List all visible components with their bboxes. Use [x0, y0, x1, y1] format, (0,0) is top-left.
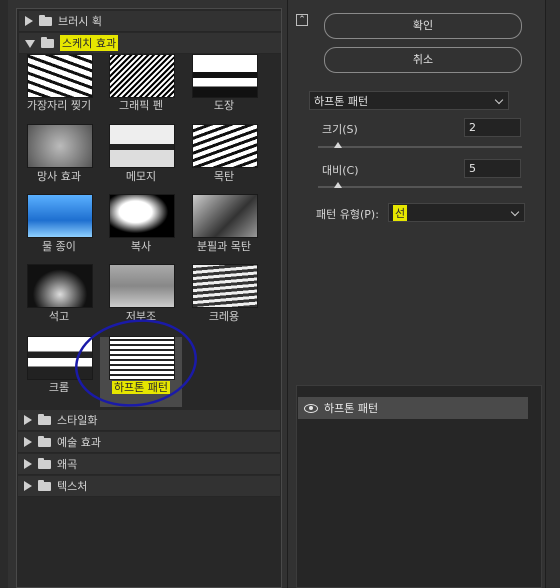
- contrast-label: 대비(C): [322, 164, 359, 177]
- category-texture[interactable]: 텍스처: [18, 476, 280, 497]
- folder-icon: [41, 36, 54, 48]
- category-artistic[interactable]: 예술 효과: [18, 432, 280, 453]
- filter-thumb-plaster[interactable]: [27, 264, 93, 308]
- filter-label: 망사 효과: [37, 170, 81, 183]
- size-slider-handle[interactable]: [334, 142, 343, 148]
- filter-label: 목탄: [213, 170, 235, 183]
- left-edge-strip: [0, 0, 8, 588]
- category-label: 예술 효과: [57, 436, 101, 449]
- filter-label: 그래픽 펜: [119, 99, 163, 112]
- category-brush-strokes[interactable]: 브러시 획: [19, 11, 281, 32]
- folder-icon: [38, 479, 51, 491]
- filter-thumb-torn-edges[interactable]: [27, 54, 93, 98]
- filter-thumb-bas-relief[interactable]: [109, 264, 175, 308]
- filter-thumb-photocopy[interactable]: [109, 194, 175, 238]
- filter-label: 분필과 목탄: [196, 240, 252, 253]
- collapse-gallery-icon[interactable]: ⌃: [296, 14, 308, 26]
- pattern-type-label: 패턴 유형(P):: [316, 208, 379, 221]
- chevron-down-icon: [510, 207, 520, 217]
- filter-thumb-note-paper[interactable]: [109, 124, 175, 168]
- category-label: 스타일화: [57, 414, 98, 427]
- right-edge-bar: [545, 0, 560, 588]
- category-sketch[interactable]: 스케치 효과: [19, 33, 281, 54]
- category-label: 왜곡: [57, 458, 78, 471]
- filter-thumb-chalk-charcoal[interactable]: [192, 194, 258, 238]
- filter-label: 복사: [130, 240, 152, 253]
- contrast-slider-track[interactable]: [318, 186, 522, 188]
- folder-icon: [38, 413, 51, 425]
- filter-select-value: 하프톤 패턴: [314, 94, 369, 108]
- effect-layer-name: 하프톤 패턴: [324, 402, 379, 415]
- contrast-slider-handle[interactable]: [334, 182, 343, 188]
- size-slider-track[interactable]: [318, 146, 522, 148]
- filter-label: 메모지: [125, 170, 157, 183]
- panel-divider: [287, 0, 288, 588]
- visibility-eye-icon[interactable]: [304, 403, 318, 413]
- filter-thumb-water-paper[interactable]: [27, 194, 93, 238]
- category-label: 스케치 효과: [60, 35, 119, 51]
- category-label: 텍스처: [57, 480, 88, 493]
- expand-arrow-icon: [24, 415, 32, 425]
- expand-arrow-icon: [25, 16, 33, 26]
- cancel-button[interactable]: 취소: [324, 47, 522, 73]
- category-distort[interactable]: 왜곡: [18, 454, 280, 475]
- category-label: 브러시 획: [58, 15, 102, 28]
- effect-layer-row[interactable]: 하프톤 패턴: [298, 397, 528, 419]
- chevron-down-icon: [494, 95, 504, 105]
- filter-thumb-conte-crayon[interactable]: [192, 264, 258, 308]
- filter-thumb-reticulation[interactable]: [27, 124, 93, 168]
- filter-label: 가장자리 찢기: [26, 99, 92, 112]
- pattern-type-value: 선: [393, 204, 408, 221]
- expand-arrow-icon: [24, 481, 32, 491]
- filter-select[interactable]: 하프톤 패턴: [309, 91, 509, 110]
- filter-thumb-charcoal[interactable]: [192, 124, 258, 168]
- folder-icon: [38, 435, 51, 447]
- filter-thumb-stamp[interactable]: [192, 54, 258, 98]
- annotation-ellipse: [75, 319, 197, 407]
- pattern-type-select[interactable]: 선: [388, 203, 525, 222]
- filter-thumb-graphic-pen[interactable]: [109, 54, 175, 98]
- collapse-arrow-icon: [25, 40, 35, 48]
- folder-icon: [39, 14, 52, 26]
- filter-label: 물 종이: [42, 240, 76, 253]
- contrast-input[interactable]: 5: [464, 159, 521, 178]
- category-stylize[interactable]: 스타일화: [18, 410, 280, 431]
- folder-icon: [38, 457, 51, 469]
- size-input[interactable]: 2: [464, 118, 521, 137]
- expand-arrow-icon: [24, 459, 32, 469]
- ok-button[interactable]: 확인: [324, 13, 522, 39]
- filter-label: 도장: [213, 99, 235, 112]
- size-label: 크기(S): [322, 123, 358, 136]
- expand-arrow-icon: [24, 437, 32, 447]
